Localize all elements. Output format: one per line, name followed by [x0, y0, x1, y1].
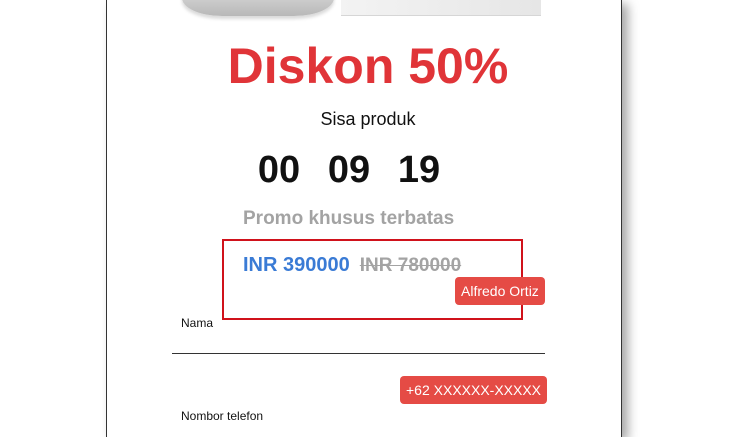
- countdown-seconds: 19: [397, 149, 441, 191]
- countdown-minutes: 09: [327, 149, 371, 191]
- product-box-image: [341, 0, 541, 16]
- name-field-label: Nama: [181, 316, 214, 330]
- name-field-value[interactable]: Alfredo Ortiz: [455, 277, 545, 305]
- price-new: INR 390000: [243, 254, 350, 276]
- phone-field-value[interactable]: +62 XXXXXX-XXXXX: [400, 376, 548, 404]
- price-old: INR 780000: [359, 255, 462, 276]
- price-row: INR 390000 INR 780000: [243, 254, 461, 277]
- product-bottle-image: [182, 0, 334, 16]
- promo-label: Promo khusus terbatas: [243, 208, 455, 229]
- phone-field-label: Nombor telefon: [181, 409, 264, 423]
- name-field-underline[interactable]: [172, 353, 545, 354]
- remaining-stock-label: Sisa produk: [320, 109, 416, 129]
- countdown-timer: 00 09 19: [256, 146, 442, 194]
- countdown-hours: 00: [257, 149, 301, 191]
- discount-headline: Diskon 50%: [227, 38, 509, 94]
